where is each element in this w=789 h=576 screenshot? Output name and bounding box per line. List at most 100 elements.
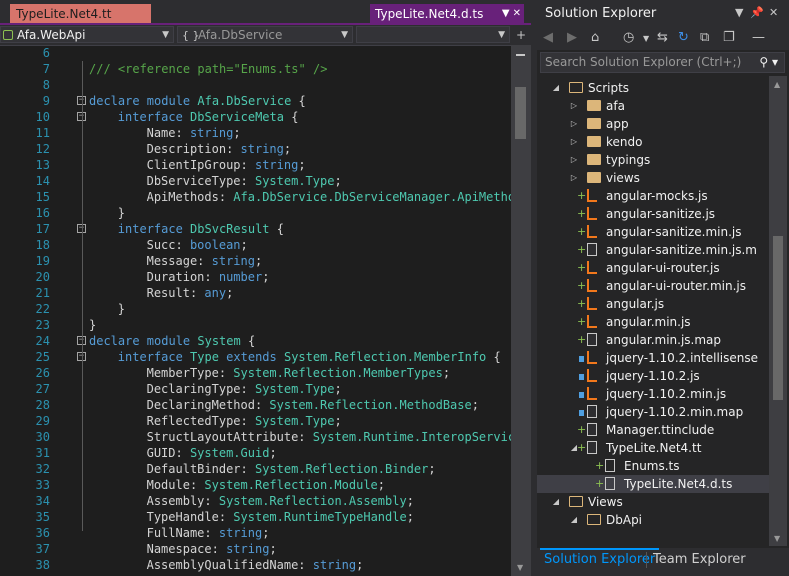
tree-item[interactable]: + angular-mocks.js xyxy=(537,187,769,205)
back-icon[interactable]: ◀ xyxy=(543,30,553,45)
code-line[interactable]: 29 ReflectedType: System.Type; xyxy=(0,413,511,429)
member-dropdown[interactable]: ▼ xyxy=(356,26,510,43)
code-area[interactable]: 6 7 /// <reference path="Enums.ts" /> 89−de… xyxy=(0,45,511,576)
code-line[interactable]: 9−declare module Afa.DbService { xyxy=(0,93,511,109)
code-line[interactable]: 30 StructLayoutAttribute: System.Runtime.… xyxy=(0,429,511,445)
sync-icon[interactable]: ⇆ xyxy=(657,30,668,45)
scrollbar-thumb[interactable] xyxy=(515,87,526,139)
solution-search-input[interactable]: Search Solution Explorer (Ctrl+;) ⚲ ▾ xyxy=(540,52,785,73)
code-line[interactable]: 31 GUID: System.Guid; xyxy=(0,445,511,461)
expanded-arrow-icon[interactable]: ◢ xyxy=(569,511,579,529)
forward-icon[interactable]: ▶ xyxy=(567,30,577,45)
tab-typelite-dts[interactable]: TypeLite.Net4.d.ts ▼ ✕ xyxy=(370,4,524,24)
tree-item[interactable]: + angular.js xyxy=(537,295,769,313)
code-line[interactable]: 33 Module: System.Reflection.Module; xyxy=(0,477,511,493)
tree-item[interactable]: + angular-ui-router.js xyxy=(537,259,769,277)
window-position-icon[interactable]: ▼ xyxy=(735,6,743,19)
code-line[interactable]: 20 Duration: number; xyxy=(0,269,511,285)
code-line[interactable]: 21 Result: any; xyxy=(0,285,511,301)
code-line[interactable]: 12 Description: string; xyxy=(0,141,511,157)
code-line[interactable]: 11 Name: string; xyxy=(0,125,511,141)
expanded-arrow-icon[interactable]: ◢ xyxy=(551,79,561,97)
code-line[interactable]: 34 Assembly: System.Reflection.Assembly; xyxy=(0,493,511,509)
code-line[interactable]: 14 DbServiceType: System.Type; xyxy=(0,173,511,189)
tree-item[interactable]: + angular-ui-router.min.js xyxy=(537,277,769,295)
code-line[interactable]: 28 DeclaringMethod: System.Reflection.Met… xyxy=(0,397,511,413)
scroll-down-arrow-icon[interactable]: ▼ xyxy=(774,534,780,543)
code-line[interactable]: 24−declare module System { xyxy=(0,333,511,349)
code-line[interactable]: 35 TypeHandle: System.RuntimeTypeHandle; xyxy=(0,509,511,525)
tree-item[interactable]: jquery-1.10.2.min.map xyxy=(537,403,769,421)
tree-item[interactable]: + Manager.ttinclude xyxy=(537,421,769,439)
chevron-down-icon[interactable]: ▼ xyxy=(643,34,649,43)
tab-solution-explorer[interactable]: Solution Explorer xyxy=(540,548,660,570)
code-line[interactable]: 10−interface DbServiceMeta { xyxy=(0,109,511,125)
collapse-all-icon[interactable]: ⧉ xyxy=(700,30,709,45)
code-line[interactable]: 32 DefaultBinder: System.Reflection.Binde… xyxy=(0,461,511,477)
scroll-up-arrow-icon[interactable]: ▲ xyxy=(774,80,780,89)
code-line[interactable]: 25−interface Type extends System.Reflect… xyxy=(0,349,511,365)
tree-item[interactable]: ▷ views xyxy=(537,169,769,187)
tree-item[interactable]: ▷ afa xyxy=(537,97,769,115)
tree-item[interactable]: + angular-sanitize.min.js.m xyxy=(537,241,769,259)
pin-icon[interactable]: 📌 xyxy=(750,6,764,19)
tab-typelite-tt[interactable]: TypeLite.Net4.tt xyxy=(10,4,151,24)
split-window-button[interactable]: + xyxy=(512,27,530,43)
tree-item[interactable]: + angular-sanitize.js xyxy=(537,205,769,223)
tree-item[interactable]: jquery-1.10.2.js xyxy=(537,367,769,385)
refresh-icon[interactable]: ↻ xyxy=(678,30,689,45)
expanded-arrow-icon[interactable]: ◢ xyxy=(551,493,561,511)
tree-item[interactable]: + angular.min.js.map xyxy=(537,331,769,349)
close-icon[interactable]: ✕ xyxy=(769,6,778,19)
tree-item[interactable]: + angular.min.js xyxy=(537,313,769,331)
tree-item[interactable]: + TypeLite.Net4.d.ts xyxy=(537,475,769,493)
scrollbar-thumb[interactable] xyxy=(773,236,783,400)
close-icon[interactable]: ✕ xyxy=(513,8,521,19)
collapsed-arrow-icon[interactable]: ▷ xyxy=(569,169,579,187)
collapsed-arrow-icon[interactable]: ▷ xyxy=(569,97,579,115)
code-line[interactable]: 17−interface DbSvcResult { xyxy=(0,221,511,237)
tree-item[interactable]: ◢ Scripts xyxy=(537,79,769,97)
code-line[interactable]: 22} xyxy=(0,301,511,317)
tree-item[interactable]: + Enums.ts xyxy=(537,457,769,475)
tree-item[interactable]: ▷ typings xyxy=(537,151,769,169)
code-line[interactable]: 13 ClientIpGroup: string; xyxy=(0,157,511,173)
tab-team-explorer[interactable]: Team Explorer xyxy=(649,550,750,570)
tree-item[interactable]: ◢ + TypeLite.Net4.tt xyxy=(537,439,769,457)
properties-icon[interactable]: — xyxy=(752,30,765,45)
tree-item[interactable]: jquery-1.10.2.min.js xyxy=(537,385,769,403)
search-icon[interactable]: ⚲ ▾ xyxy=(759,53,778,72)
code-line[interactable]: 16} xyxy=(0,205,511,221)
editor-vertical-scrollbar[interactable]: ▼ xyxy=(511,45,531,576)
tree-item[interactable]: ▷ app xyxy=(537,115,769,133)
show-all-files-icon[interactable]: ❐ xyxy=(723,30,735,45)
code-line[interactable]: 36 FullName: string; xyxy=(0,525,511,541)
code-line[interactable]: 27 DeclaringType: System.Type; xyxy=(0,381,511,397)
code-line[interactable]: 26 MemberType: System.Reflection.MemberTy… xyxy=(0,365,511,381)
tab-dropdown-icon[interactable]: ▼ xyxy=(502,8,510,19)
code-line[interactable]: 6 xyxy=(0,45,511,61)
code-line[interactable]: 7 /// <reference path="Enums.ts" /> xyxy=(0,61,511,77)
collapsed-arrow-icon[interactable]: ▷ xyxy=(569,115,579,133)
tree-item[interactable]: + angular-sanitize.min.js xyxy=(537,223,769,241)
code-line[interactable]: 18 Succ: boolean; xyxy=(0,237,511,253)
code-line[interactable]: 19 Message: string; xyxy=(0,253,511,269)
project-dropdown[interactable]: Afa.WebApi ▼ xyxy=(0,26,174,43)
type-dropdown[interactable]: { } Afa.DbService ▼ xyxy=(177,26,353,43)
home-icon[interactable]: ⌂ xyxy=(591,30,599,45)
tree-vertical-scrollbar[interactable]: ▲ ▼ xyxy=(769,76,787,546)
tree-item[interactable]: ◢ DbApi xyxy=(537,511,769,529)
code-line[interactable]: 38 AssemblyQualifiedName: string; xyxy=(0,557,511,573)
code-line[interactable]: 23} xyxy=(0,317,511,333)
collapsed-arrow-icon[interactable]: ▷ xyxy=(569,151,579,169)
collapsed-arrow-icon[interactable]: ▷ xyxy=(569,133,579,151)
code-line[interactable]: 37 Namespace: string; xyxy=(0,541,511,557)
folder-icon xyxy=(587,118,601,129)
tree-item[interactable]: ◢ Views xyxy=(537,493,769,511)
code-line[interactable]: 8 xyxy=(0,77,511,93)
tree-item[interactable]: jquery-1.10.2.intellisense xyxy=(537,349,769,367)
code-line[interactable]: 15 ApiMethods: Afa.DbService.DbServiceMan… xyxy=(0,189,511,205)
history-icon[interactable]: ◷ xyxy=(623,30,634,45)
scroll-down-arrow-icon[interactable]: ▼ xyxy=(517,563,523,572)
tree-item[interactable]: ▷ kendo xyxy=(537,133,769,151)
